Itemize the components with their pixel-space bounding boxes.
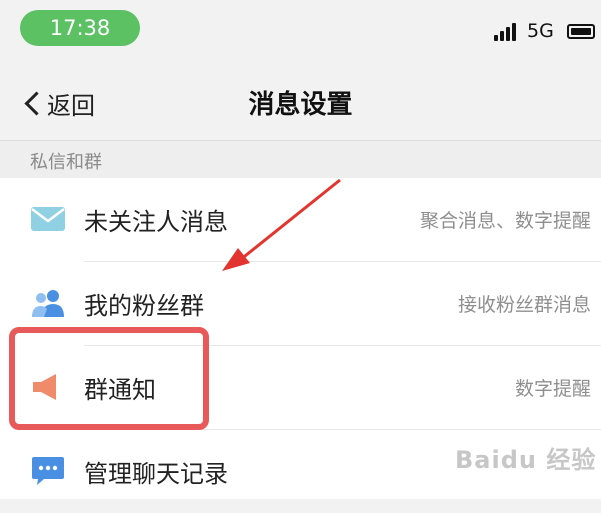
people-icon	[32, 290, 64, 317]
row-detail: 数字提醒	[514, 378, 591, 400]
row-unfollowed-messages[interactable]: 未关注人消息 聚合消息、数字提醒	[0, 178, 601, 261]
battery-icon	[567, 24, 595, 39]
signal-icon	[494, 23, 520, 41]
status-bar: 17:38 5G	[0, 0, 601, 60]
row-label: 我的粉丝群	[84, 292, 204, 320]
row-label: 未关注人消息	[84, 208, 228, 236]
watermark-logo: Baidu 经验	[455, 446, 597, 474]
highlight-box	[9, 327, 209, 430]
section-label: 私信和群	[30, 152, 102, 173]
navigation-bar: 返回 消息设置	[0, 60, 601, 140]
chat-icon	[32, 457, 64, 485]
mail-icon	[31, 207, 65, 231]
row-detail: 聚合消息、数字提醒	[419, 210, 591, 232]
status-time: 17:38	[20, 10, 140, 46]
section-header: 私信和群	[0, 140, 601, 179]
network-type: 5G	[527, 20, 554, 42]
row-label: 管理聊天记录	[84, 460, 228, 488]
page-title: 消息设置	[248, 90, 353, 120]
row-detail: 接收粉丝群消息	[457, 294, 591, 316]
